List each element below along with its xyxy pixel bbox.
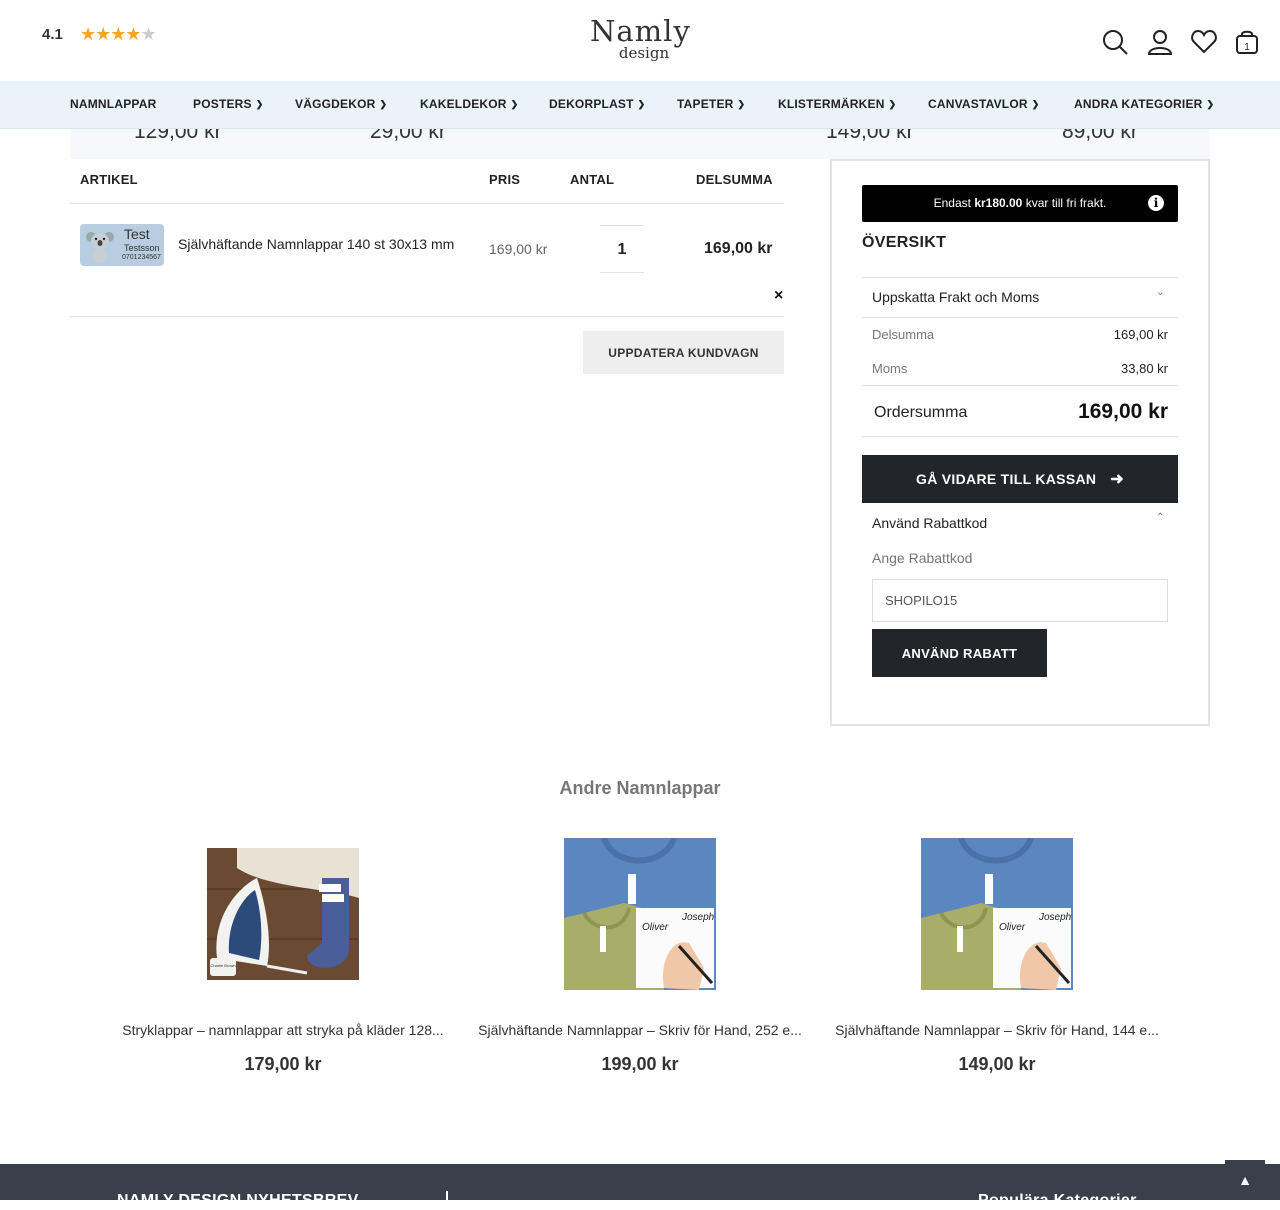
divider [446, 1191, 448, 1203]
nav-item-vaggdekor[interactable]: VÄGGDEKOR ❯ [295, 97, 387, 111]
handwritten-name: Joseph [681, 912, 715, 923]
upsell-price: 129,00 kr [134, 129, 222, 143]
divider [862, 317, 1178, 318]
handwritten-name: Oliver [999, 922, 1026, 933]
nav-item-tapeter[interactable]: TAPETER ❯ [677, 97, 745, 111]
site-header: 4.1 ★★★★★ Namly design 1 [0, 0, 1280, 80]
thumb-surname: Testsson [124, 243, 160, 253]
divider [70, 203, 784, 204]
discount-code-toggle[interactable]: Använd Rabattkod [872, 515, 987, 531]
upsell-price: 149,00 kr [826, 129, 914, 143]
divider [862, 277, 1178, 278]
chevron-down-icon: ❯ [637, 99, 646, 109]
column-header-item: ARTIKEL [80, 172, 138, 187]
subtotal-value: 169,00 kr [1113, 327, 1168, 342]
search-icon[interactable] [1101, 28, 1129, 56]
thumb-name: Test [124, 226, 150, 242]
free-shipping-amount: kr180.00 [974, 196, 1023, 210]
estimate-shipping-toggle[interactable]: Uppskatta Frakt och Moms [872, 289, 1039, 305]
rating-stars[interactable]: ★★★★★ [80, 24, 157, 45]
upsell-strip: 129,00 kr 29,00 kr 149,00 kr 89,00 kr [70, 129, 1210, 159]
product-price: 149,00 kr [958, 1054, 1036, 1074]
nav-item-canvastavlor[interactable]: CANVASTAVLOR ❯ [928, 97, 1039, 111]
product-price: 199,00 kr [601, 1054, 679, 1074]
arrow-right-icon: ➜ [1110, 471, 1124, 488]
chevron-up-icon: ▲ [1238, 1172, 1252, 1188]
thumb-label: Charlie Brown [210, 963, 235, 968]
nav-item-kakeldekor[interactable]: KAKELDEKOR ❯ [420, 97, 518, 111]
main-navigation: NAMNLAPPAR POSTERS ❯ VÄGGDEKOR ❯ KAKELDEKO… [0, 81, 1280, 129]
nav-item-klistermarken[interactable]: KLISTERMÄRKEN ❯ [778, 97, 896, 111]
cart-icon[interactable]: 1 [1233, 28, 1261, 56]
product-name[interactable]: Stryklappar – namnlappar att stryka på k… [113, 1022, 453, 1038]
column-header-subtotal: DELSUMMA [696, 172, 773, 187]
chevron-down-icon: ❯ [379, 99, 388, 109]
logo-text: Namly [590, 14, 691, 48]
column-header-price: PRIS [489, 172, 521, 187]
product-image[interactable]: Oliver Joseph [564, 838, 716, 990]
product-image[interactable]: Charlie Brown [207, 848, 359, 980]
user-icon[interactable] [1146, 28, 1174, 56]
tax-value: 33,80 kr [1121, 361, 1168, 376]
koala-image [86, 232, 114, 263]
nav-item-posters[interactable]: POSTERS ❯ [193, 97, 264, 111]
subtotal-label: Delsumma [872, 327, 935, 342]
chevron-down-icon: ❯ [255, 99, 264, 109]
update-cart-button[interactable]: UPPDATERA KUNDVAGN [583, 331, 784, 374]
chevron-down-icon[interactable]: ⌄ [1156, 287, 1164, 298]
newsletter-heading: NAMLY DESIGN NYHETSBREV [117, 1192, 359, 1209]
product-thumbnail[interactable]: Test Testsson 0701234567 [80, 224, 164, 266]
handwritten-name: Oliver [642, 922, 669, 933]
related-products-heading: Andre Namnlappar [559, 778, 721, 798]
coupon-code-input[interactable] [872, 579, 1168, 622]
cart-count: 1 [1244, 42, 1250, 53]
chevron-down-icon: ❯ [737, 99, 746, 109]
product-name[interactable]: Självhäftande Namnlappar – Skriv för Han… [827, 1022, 1167, 1038]
thumb-phone: 0701234567 [122, 254, 161, 261]
coupon-field-label: Ange Rabattkod [872, 550, 973, 566]
site-logo[interactable]: Namly design [590, 14, 691, 62]
column-header-qty: ANTAL [570, 172, 615, 187]
divider [862, 385, 1178, 386]
apply-coupon-button[interactable]: ANVÄND RABATT [872, 629, 1047, 677]
free-shipping-notice: Endast kr180.00 kvar till fri frakt. i [862, 185, 1178, 222]
order-total-value: 169,00 kr [1078, 400, 1168, 423]
upsell-price: 89,00 kr [1062, 129, 1138, 143]
handwritten-name: Joseph [1038, 912, 1072, 923]
product-price: 179,00 kr [244, 1054, 322, 1074]
popular-categories-heading: Populära Kategorier [978, 1192, 1137, 1209]
nav-item-namnlappar[interactable]: NAMNLAPPAR [70, 97, 156, 111]
product-price: 169,00 kr [489, 241, 548, 257]
chevron-down-icon: ❯ [1031, 99, 1040, 109]
chevron-down-icon: ❯ [1206, 99, 1215, 109]
quantity-input[interactable]: 1 [600, 225, 644, 273]
order-total-label: Ordersumma [874, 404, 968, 421]
chevron-down-icon: ❯ [888, 99, 897, 109]
product-name-link[interactable]: Självhäftande Namnlappar 140 st 30x13 mm [178, 236, 454, 252]
product-name[interactable]: Självhäftande Namnlappar – Skriv för Han… [470, 1022, 810, 1038]
remove-item-button[interactable]: × [774, 287, 783, 305]
info-icon[interactable]: i [1148, 195, 1164, 211]
tax-label: Moms [872, 361, 908, 376]
divider [862, 436, 1178, 437]
nav-item-andra-kategorier[interactable]: ANDRA KATEGORIER ❯ [1074, 97, 1214, 111]
nav-item-dekorplast[interactable]: DEKORPLAST ❯ [549, 97, 645, 111]
proceed-to-checkout-button[interactable]: GÅ VIDARE TILL KASSAN ➜ [862, 455, 1178, 503]
divider [70, 316, 784, 317]
rating-value: 4.1 [42, 26, 63, 43]
site-footer: NAMLY DESIGN NYHETSBREV Populära Kategor… [0, 1164, 1280, 1209]
upsell-price: 29,00 kr [370, 129, 446, 143]
logo-subtext: design [618, 44, 670, 62]
product-image[interactable]: Oliver Joseph [921, 838, 1073, 990]
chevron-up-icon[interactable]: ⌃ [1156, 512, 1164, 523]
summary-title: ÖVERSIKT [862, 234, 947, 251]
heart-icon[interactable] [1190, 28, 1218, 56]
product-subtotal: 169,00 kr [704, 240, 773, 257]
chevron-down-icon: ❯ [510, 99, 519, 109]
scroll-to-top-button[interactable]: ▲ [1225, 1160, 1265, 1200]
